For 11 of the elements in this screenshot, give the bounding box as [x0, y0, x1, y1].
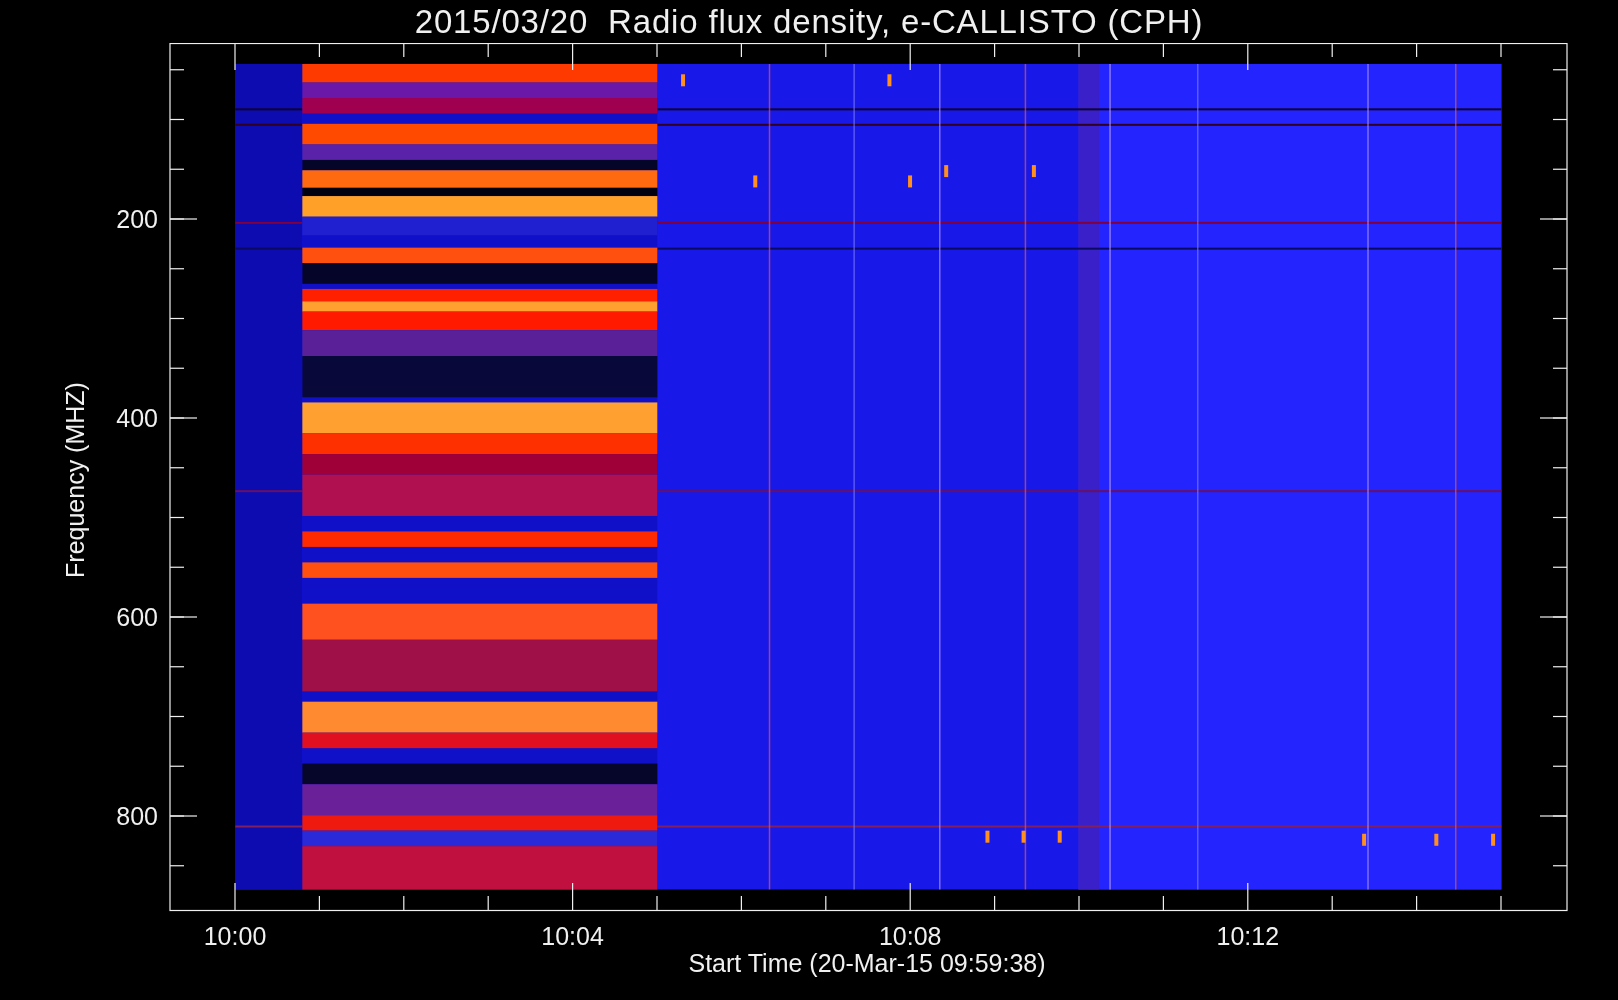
x-axis-label: Start Time (20-Mar-15 09:59:38) [688, 949, 1046, 977]
y-tick-label: 400 [116, 404, 158, 432]
chart-title: 2015/03/20 Radio flux density, e-CALLISTO (CPH) [414, 5, 1204, 38]
y-tick-label: 800 [116, 802, 158, 830]
y-tick-label: 200 [116, 205, 158, 233]
x-tick-label: 10:08 [878, 922, 942, 950]
x-tick-label: 10:00 [203, 922, 267, 950]
x-tick-label: 10:04 [541, 922, 604, 950]
y-axis-label: Frequency (MHZ) [61, 382, 89, 578]
x-tick-label: 10:12 [1216, 922, 1280, 950]
y-tick-label: 600 [116, 603, 158, 631]
